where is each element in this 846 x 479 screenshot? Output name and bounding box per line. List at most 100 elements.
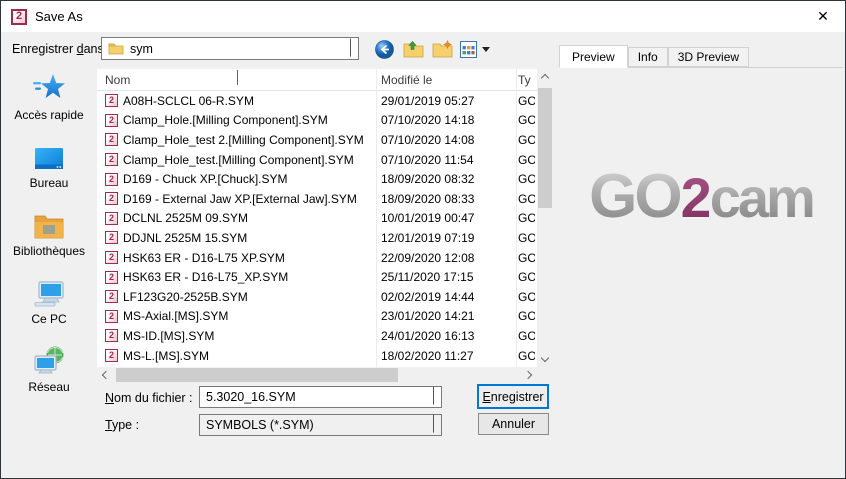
file-modified-date: 12/01/2019 07:19 <box>381 231 474 245</box>
filename-label: Nom du fichier : <box>105 391 193 405</box>
sym-file-icon: 2 <box>105 153 118 166</box>
scroll-down-icon[interactable] <box>537 351 553 367</box>
file-type: GO <box>518 329 535 343</box>
sym-file-icon: 2 <box>105 192 118 205</box>
sidebar-item-libraries[interactable]: Bibliothèques <box>1 199 97 267</box>
this-pc-icon <box>32 276 66 308</box>
file-modified-date: 07/10/2020 11:54 <box>381 153 474 167</box>
column-header-name[interactable]: Nom <box>105 73 130 87</box>
sym-file-icon: 2 <box>105 212 118 225</box>
sidebar-item-quick-access[interactable]: Accès rapide <box>1 63 97 131</box>
places-sidebar: Accès rapide Bureau <box>1 63 97 403</box>
file-list-header: Nom Modifié le Ty <box>97 69 537 91</box>
scrollbar-corner <box>537 367 553 383</box>
file-type: GO <box>518 133 535 147</box>
column-header-modified[interactable]: Modifié le <box>381 73 432 87</box>
sym-file-icon: 2 <box>105 251 118 264</box>
tab-info[interactable]: Info <box>628 47 668 67</box>
table-row[interactable]: 2 LF123G20-2525B.SYM 02/02/2019 14:44 GO <box>97 287 537 307</box>
save-in-combobox[interactable]: sym <box>101 37 359 60</box>
sort-ascending-icon <box>237 71 238 85</box>
file-name: LF123G20-2525B.SYM <box>123 290 369 304</box>
go2cam-logo: GO 2 cam <box>561 161 841 232</box>
save-button[interactable]: Enregistrer <box>477 384 549 409</box>
dialog-toolbar <box>373 37 490 61</box>
scroll-up-icon[interactable] <box>537 69 553 85</box>
sidebar-item-label: Bureau <box>30 176 69 190</box>
file-type: GO <box>518 251 535 265</box>
tab-3d-preview[interactable]: 3D Preview <box>668 47 749 67</box>
sym-file-icon: 2 <box>105 310 118 323</box>
table-row[interactable]: 2 DDJNL 2525M 15.SYM 12/01/2019 07:19 GO <box>97 228 537 248</box>
table-row[interactable]: 2 HSK63 ER - D16-L75_XP.SYM 25/11/2020 1… <box>97 267 537 287</box>
horizontal-scrollbar[interactable] <box>97 367 537 383</box>
sym-file-icon: 2 <box>105 133 118 146</box>
tab-preview[interactable]: Preview <box>559 45 628 68</box>
scroll-left-icon[interactable] <box>97 367 113 383</box>
file-modified-date: 07/10/2020 14:08 <box>381 133 474 147</box>
file-type: GO <box>518 153 535 167</box>
column-header-type[interactable]: Ty <box>518 73 531 87</box>
file-modified-date: 10/01/2019 00:47 <box>381 211 474 225</box>
table-row[interactable]: 2 MS-Axial.[MS].SYM 23/01/2020 14:21 GO <box>97 307 537 327</box>
file-modified-date: 22/09/2020 12:08 <box>381 251 474 265</box>
file-name: MS-Axial.[MS].SYM <box>123 309 369 323</box>
file-modified-date: 02/02/2019 14:44 <box>381 290 474 304</box>
sym-file-icon: 2 <box>105 231 118 244</box>
vertical-scrollbar-thumb[interactable] <box>538 88 552 208</box>
table-row[interactable]: 2 MS-L.[MS].SYM 18/02/2020 11:27 GO <box>97 346 537 366</box>
table-row[interactable]: 2 A08H-SCLCL 06-R.SYM 29/01/2019 05:27 G… <box>97 91 537 111</box>
file-type: GO <box>518 172 535 186</box>
table-row[interactable]: 2 Clamp_Hole_test 2.[Milling Component].… <box>97 130 537 150</box>
logo-part-go: GO <box>589 161 679 232</box>
file-type: GO <box>518 192 535 206</box>
sidebar-item-network[interactable]: Réseau <box>1 335 97 403</box>
cancel-button[interactable]: Annuler <box>478 413 549 435</box>
sidebar-item-this-pc[interactable]: Ce PC <box>1 267 97 335</box>
table-row[interactable]: 2 Clamp_Hole_test.[Milling Component].SY… <box>97 150 537 170</box>
table-row[interactable]: 2 Clamp_Hole.[Milling Component].SYM 07/… <box>97 111 537 131</box>
up-folder-icon <box>403 40 424 58</box>
horizontal-scrollbar-thumb[interactable] <box>116 368 398 382</box>
file-type: GO <box>518 231 535 245</box>
sidebar-item-label: Ce PC <box>31 312 66 326</box>
table-row[interactable]: 2 D169 - External Jaw XP.[External Jaw].… <box>97 189 537 209</box>
view-menu-button[interactable] <box>460 38 490 60</box>
filename-input[interactable]: 5.3020_16.SYM <box>199 386 442 408</box>
chevron-down-icon[interactable] <box>433 415 434 433</box>
file-type: GO <box>518 211 535 225</box>
chevron-down-icon[interactable] <box>350 38 351 56</box>
file-modified-date: 18/09/2020 08:32 <box>381 172 474 186</box>
file-name: HSK63 ER - D16-L75_XP.SYM <box>123 270 369 284</box>
sidebar-item-desktop[interactable]: Bureau <box>1 131 97 199</box>
view-menu-icon <box>460 41 477 58</box>
title-bar: 2 Save As ✕ <box>1 1 845 32</box>
save-in-label: Enregistrer dans : <box>12 42 111 56</box>
table-row[interactable]: 2 MS-ID.[MS].SYM 24/01/2020 16:13 GO <box>97 326 537 346</box>
chevron-down-icon[interactable] <box>433 387 434 405</box>
desktop-icon <box>33 140 65 172</box>
filetype-select[interactable]: SYMBOLS (*.SYM) <box>199 414 442 436</box>
scroll-right-icon[interactable] <box>521 367 537 383</box>
libraries-icon <box>33 208 65 240</box>
go2cam-app-icon: 2 <box>11 9 27 25</box>
file-modified-date: 29/01/2019 05:27 <box>381 94 474 108</box>
save-in-value: sym <box>130 42 153 56</box>
vertical-scrollbar[interactable] <box>537 69 553 367</box>
sym-file-icon: 2 <box>105 349 118 362</box>
table-row[interactable]: 2 DCLNL 2525M 09.SYM 10/01/2019 00:47 GO <box>97 209 537 229</box>
table-row[interactable]: 2 HSK63 ER - D16-L75 XP.SYM 22/09/2020 1… <box>97 248 537 268</box>
file-name: D169 - Chuck XP.[Chuck].SYM <box>123 172 369 186</box>
back-button[interactable] <box>373 38 395 60</box>
table-row[interactable]: 2 D169 - Chuck XP.[Chuck].SYM 18/09/2020… <box>97 169 537 189</box>
close-icon[interactable]: ✕ <box>801 1 845 32</box>
filename-value: 5.3020_16.SYM <box>206 390 296 404</box>
quick-access-star-icon <box>31 72 67 104</box>
file-name: D169 - External Jaw XP.[External Jaw].SY… <box>123 192 369 206</box>
new-folder-button[interactable] <box>431 38 453 60</box>
file-type: GO <box>518 270 535 284</box>
up-one-level-button[interactable] <box>402 38 424 60</box>
logo-part-cam: cam <box>710 165 813 230</box>
sym-file-icon: 2 <box>105 173 118 186</box>
sym-file-icon: 2 <box>105 94 118 107</box>
